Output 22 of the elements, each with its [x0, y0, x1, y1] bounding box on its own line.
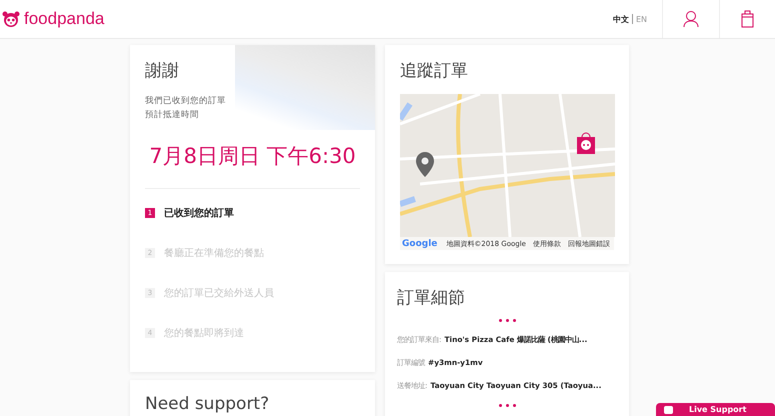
dots-divider [498, 319, 516, 322]
step-label: 餐廳正在準備您的餐點 [164, 246, 264, 260]
restaurant-bag-marker-icon [576, 132, 596, 155]
google-logo: Google [401, 238, 438, 248]
live-support-button[interactable]: Live Support [656, 403, 775, 416]
user-icon[interactable] [683, 10, 699, 28]
card-title: 訂單細節 [397, 287, 466, 309]
delivery-time: 7月8日周日 下午6:30 [148, 143, 357, 170]
step-label: 已收到您的訂單 [164, 206, 234, 220]
dots-divider [498, 404, 516, 407]
message-text: 預計抵達時間 [145, 108, 200, 122]
location-pin-icon [416, 152, 434, 177]
card-title: Need support? [145, 394, 270, 414]
shopping-bag-icon[interactable] [741, 10, 754, 28]
chat-icon [664, 406, 673, 414]
step-label: 您的餐點即將到達 [164, 326, 244, 340]
card-title: 追蹤訂單 [400, 60, 469, 82]
message-text: 我們已收到您的訂單 [145, 95, 227, 108]
language-option[interactable]: 中文 [612, 14, 629, 24]
card-title: 謝謝 [145, 60, 180, 82]
step-label: 您的訂單已交給外送人員 [164, 286, 274, 300]
brand-name[interactable]: foodpanda [24, 9, 104, 29]
